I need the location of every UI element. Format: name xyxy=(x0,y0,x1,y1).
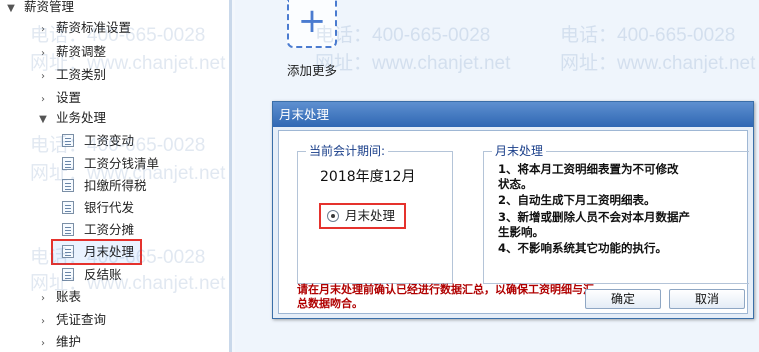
watermark-site: 网址：www.chanjet.net xyxy=(315,53,511,74)
tree-label: 薪资调整 xyxy=(56,44,107,59)
tree-item-bank-payment[interactable]: 银行代发 xyxy=(62,197,134,219)
tree-item-salary-adjust[interactable]: › 薪资调整 xyxy=(36,41,106,63)
tree-item-business[interactable]: ▼ 业务处理 xyxy=(36,107,106,129)
tree-item-salary-standard[interactable]: › 薪资标准设置 xyxy=(36,17,131,39)
ok-button[interactable]: 确定 xyxy=(585,289,661,309)
collapse-arrow-icon[interactable]: › xyxy=(36,288,50,310)
document-icon xyxy=(62,201,74,214)
tree-item-withholding-tax[interactable]: 扣缴所得税 xyxy=(62,175,147,197)
tree-label: 薪资标准设置 xyxy=(56,20,132,35)
info-line: 1、将本月工资明细表置为不可修改 xyxy=(498,162,679,176)
collapse-arrow-icon[interactable]: › xyxy=(36,333,50,352)
tree-label: 工资分摊 xyxy=(84,222,135,237)
collapse-arrow-icon[interactable]: › xyxy=(36,43,50,65)
plus-icon: + xyxy=(297,1,327,41)
document-icon xyxy=(62,157,74,170)
info-line: 状态。 xyxy=(498,177,533,191)
tree-label: 凭证查询 xyxy=(56,312,107,327)
tree-item-reports[interactable]: › 账表 xyxy=(36,286,81,308)
tree-label: 工资类别 xyxy=(56,67,107,82)
tree-item-month-end[interactable]: 月末处理 xyxy=(51,239,143,265)
watermark-phone: 电话：400-665-0028 xyxy=(560,25,736,46)
tree-label: 银行代发 xyxy=(84,200,135,215)
tree-label: 薪资管理 xyxy=(24,0,75,14)
dialog-body: 当前会计期间: 2018年度12月 月末处理 月末处理 1、将本月工资明细表置为… xyxy=(278,130,749,314)
collapse-arrow-icon[interactable]: › xyxy=(36,311,50,333)
month-end-dialog: 月末处理 当前会计期间: 2018年度12月 月末处理 月末处理 1、将本月工资… xyxy=(272,101,754,319)
tree-label: 维护 xyxy=(56,334,82,349)
period-value: 2018年度12月 xyxy=(320,169,416,185)
tree-label: 业务处理 xyxy=(56,110,107,125)
tree-item-settings[interactable]: › 设置 xyxy=(36,87,81,109)
add-more-button[interactable]: + xyxy=(287,0,337,48)
period-group: 当前会计期间: 2018年度12月 月末处理 xyxy=(297,144,453,284)
tree-label: 工资变动 xyxy=(84,133,135,148)
tree-item-salary-change[interactable]: 工资变动 xyxy=(62,130,134,152)
period-legend: 当前会计期间: xyxy=(306,144,389,158)
info-line: 生影响。 xyxy=(498,225,544,239)
tree-label: 扣缴所得税 xyxy=(84,178,147,193)
tree-item-salary-management[interactable]: ▼ 薪资管理 xyxy=(4,0,74,18)
document-icon xyxy=(62,179,74,192)
tree-label: 反结账 xyxy=(84,267,122,282)
tree-item-maintenance[interactable]: › 维护 xyxy=(36,331,81,352)
info-line: 3、新增或删除人员不会对本月数据产 xyxy=(498,210,690,224)
warning-text: 请在月末处理前确认已经进行数据汇总，以确保工资明细与汇总数据吻合。 xyxy=(297,283,594,310)
info-line: 2、自动生成下月工资明细表。 xyxy=(498,193,656,207)
tree-item-reverse-close[interactable]: 反结账 xyxy=(62,264,122,286)
tree-item-salary-allocation[interactable]: 工资分摊 xyxy=(62,219,134,241)
tree-label: 工资分钱清单 xyxy=(84,156,160,171)
document-icon xyxy=(62,245,74,258)
expand-arrow-icon[interactable]: ▼ xyxy=(36,109,50,131)
tree-item-salary-category[interactable]: › 工资类别 xyxy=(36,64,106,86)
radio-label: 月末处理 xyxy=(345,208,396,223)
expand-arrow-icon[interactable]: ▼ xyxy=(4,0,18,20)
tree-label: 月末处理 xyxy=(84,244,135,259)
tree-label: 设置 xyxy=(56,90,82,105)
info-line: 4、不影响系统其它功能的执行。 xyxy=(498,241,667,255)
watermark-phone: 电话：400-665-0028 xyxy=(315,25,491,46)
radio-selected-icon[interactable] xyxy=(327,210,339,222)
info-group: 月末处理 1、将本月工资明细表置为不可修改 状态。 2、自动生成下月工资明细表。… xyxy=(483,144,749,284)
watermark-site: 网址：www.chanjet.net xyxy=(560,53,756,74)
cancel-button[interactable]: 取消 xyxy=(669,289,745,309)
tree-item-cash-list[interactable]: 工资分钱清单 xyxy=(62,153,159,175)
document-icon xyxy=(62,134,74,147)
info-legend: 月末处理 xyxy=(492,144,547,158)
month-end-radio[interactable]: 月末处理 xyxy=(319,203,406,229)
document-icon xyxy=(62,268,74,281)
sidebar-tree: ▼ 薪资管理 › 薪资标准设置 › 薪资调整 › 工资类别 › 设置 ▼ 业务处理 工资变动… xyxy=(0,0,232,352)
dialog-title[interactable]: 月末处理 xyxy=(273,102,753,127)
collapse-arrow-icon[interactable]: › xyxy=(36,19,50,41)
tree-item-voucher-query[interactable]: › 凭证查询 xyxy=(36,309,106,331)
add-more-label: 添加更多 xyxy=(287,63,338,78)
document-icon xyxy=(62,223,74,236)
collapse-arrow-icon[interactable]: › xyxy=(36,66,50,88)
tree-label: 账表 xyxy=(56,289,82,304)
